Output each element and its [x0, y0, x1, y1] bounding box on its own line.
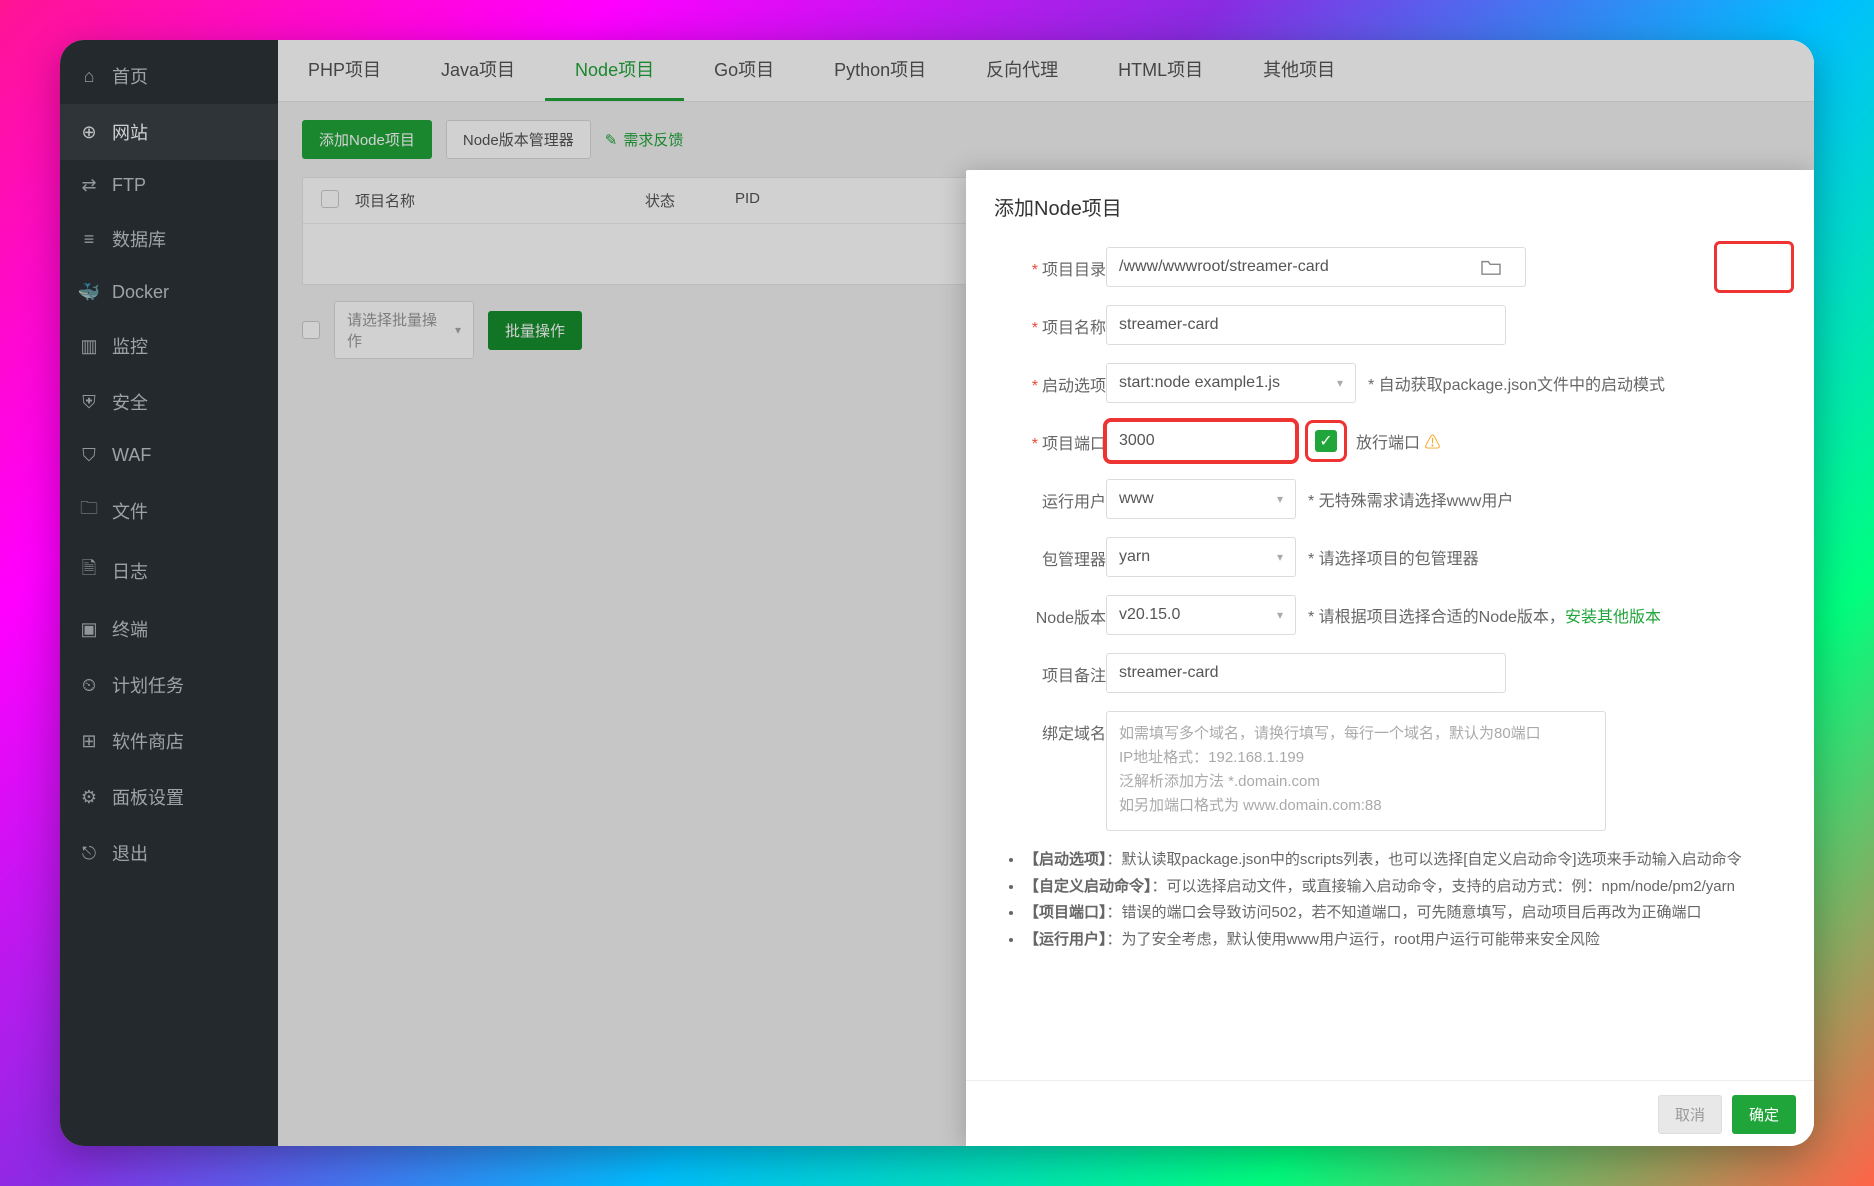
- bind-domain-textarea[interactable]: 如需填写多个域名，请换行填写，每行一个域名，默认为80端口IP地址格式：192.…: [1106, 711, 1606, 831]
- cancel-button[interactable]: 取消: [1658, 1095, 1722, 1134]
- release-port-checkbox[interactable]: ✓: [1308, 423, 1344, 459]
- project-name-input[interactable]: streamer-card: [1106, 305, 1506, 345]
- note-item: 【运行用户】：为了安全考虑，默认使用www用户运行，root用户运行可能带来安全…: [1024, 929, 1776, 952]
- node-version-select[interactable]: v20.15.0 ▾: [1106, 595, 1296, 635]
- project-dir-input[interactable]: /www/wwwroot/streamer-card: [1106, 247, 1526, 287]
- install-other-version-link[interactable]: 安装其他版本: [1565, 609, 1661, 626]
- highlight-folder: [1714, 241, 1794, 293]
- modal-title: 添加Node项目: [966, 170, 1814, 235]
- start-option-select[interactable]: start:node example1.js ▾: [1106, 363, 1356, 403]
- run-user-select[interactable]: www ▾: [1106, 479, 1296, 519]
- confirm-button[interactable]: 确定: [1732, 1095, 1796, 1134]
- note-item: 【自定义启动命令】：可以选择启动文件，或直接输入启动命令，支持的启动方式：例：n…: [1024, 876, 1776, 899]
- chevron-down-icon: ▾: [1277, 550, 1283, 564]
- project-remark-input[interactable]: streamer-card: [1106, 653, 1506, 693]
- folder-icon: [1480, 258, 1502, 276]
- project-port-input[interactable]: 3000: [1106, 421, 1296, 461]
- add-node-project-modal: 添加Node项目 *项目目录 /www/wwwroot/streamer-car…: [966, 170, 1814, 1146]
- chevron-down-icon: ▾: [1277, 608, 1283, 622]
- warning-icon: ⚠: [1424, 435, 1440, 452]
- package-manager-select[interactable]: yarn ▾: [1106, 537, 1296, 577]
- note-item: 【项目端口】：错误的端口会导致访问502，若不知道端口，可先随意填写，启动项目后…: [1024, 902, 1776, 925]
- chevron-down-icon: ▾: [1337, 376, 1343, 390]
- notes-list: 【启动选项】：默认读取package.json中的scripts列表，也可以选择…: [976, 849, 1788, 963]
- note-item: 【启动选项】：默认读取package.json中的scripts列表，也可以选择…: [1024, 849, 1776, 872]
- check-icon: ✓: [1315, 430, 1337, 452]
- chevron-down-icon: ▾: [1277, 492, 1283, 506]
- browse-folder-button[interactable]: [1469, 250, 1513, 284]
